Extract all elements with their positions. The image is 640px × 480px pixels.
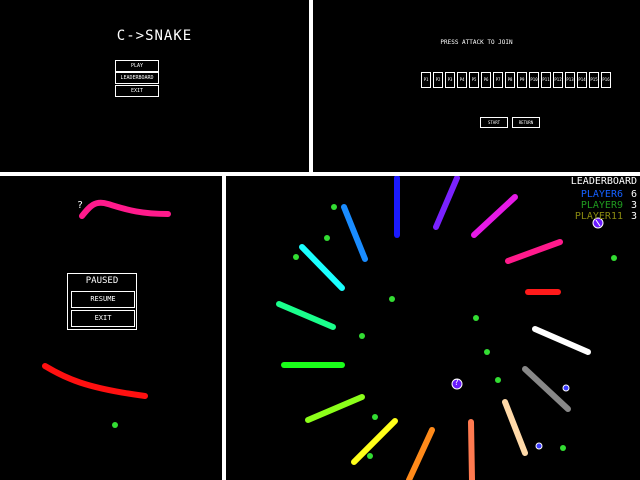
snake-magenta (471, 194, 518, 238)
player-score: 3 (630, 200, 637, 211)
player-name: PLAYER6 (580, 189, 623, 200)
food-pellet (484, 349, 490, 355)
small-powerup (562, 384, 570, 392)
player-slot: P4 (457, 72, 467, 88)
player-score: 6 (630, 189, 637, 200)
player-slot: P6 (481, 72, 491, 88)
player-slot: P12 (553, 72, 563, 88)
player-name: PLAYER9 (580, 200, 623, 211)
snake-lime (305, 394, 365, 423)
snake-violet (433, 176, 460, 230)
play-button[interactable]: PLAY (115, 60, 159, 72)
vertical-divider (309, 0, 313, 172)
player-slot: P10 (529, 72, 539, 88)
pause-menu: PAUSED RESUME EXIT (67, 273, 137, 330)
food-pellet (367, 453, 373, 459)
snake-orange (406, 427, 435, 480)
food-pellet (324, 235, 330, 241)
snake-azure (341, 204, 368, 262)
food-pellet (293, 254, 299, 260)
main-menu-panel: C->SNAKE PLAY LEADERBOARD EXIT (0, 0, 309, 172)
join-prompt: PRESS ATTACK TO JOIN (440, 39, 513, 46)
food-pellet (495, 377, 501, 383)
player-slot: P7 (493, 72, 503, 88)
snake-pink (505, 239, 563, 264)
leaderboard-row: PLAYER11 3 (575, 211, 637, 222)
snake-white (532, 326, 591, 355)
pause-exit-button[interactable]: EXIT (71, 310, 135, 327)
snake-cyan (299, 244, 345, 291)
snake-red (42, 363, 148, 399)
food-pellet (359, 333, 365, 339)
player-name: PLAYER11 (574, 211, 623, 222)
game-title: C->SNAKE (116, 28, 193, 44)
horizontal-divider (0, 172, 640, 176)
join-lobby-panel: PRESS ATTACK TO JOIN P1 P2 P3 P4 P5 P6 P… (313, 0, 640, 172)
leaderboard-button[interactable]: LEADERBOARD (115, 72, 159, 84)
player-slot: P3 (445, 72, 455, 88)
food-pellet (473, 315, 479, 321)
start-button[interactable]: START (480, 117, 508, 128)
snake-peach (502, 399, 528, 456)
return-button[interactable]: RETURN (512, 117, 540, 128)
player-slot: P8 (505, 72, 515, 88)
food-pellet (372, 414, 378, 420)
leaderboard-title: LEADERBOARD (570, 176, 637, 187)
food-pellet (389, 296, 395, 302)
powerup-glyph: ? (454, 378, 459, 387)
player-slots: P1 P2 P3 P4 P5 P6 P7 P8 P9 P10 P11 P12 P… (421, 72, 611, 88)
player-slot: P9 (517, 72, 527, 88)
pause-title: PAUSED (85, 276, 119, 286)
paused-game-panel: ? PAUSED RESUME EXIT (0, 176, 222, 480)
snake-yellow (351, 418, 398, 465)
resume-button[interactable]: RESUME (71, 291, 135, 308)
snake-spring-green (276, 301, 336, 330)
player-slot: P15 (589, 72, 599, 88)
player-slot: P11 (541, 72, 551, 88)
food-pellet (560, 445, 566, 451)
snake-gray (522, 366, 571, 412)
player-slot: P14 (577, 72, 587, 88)
player-slot: P1 (421, 72, 431, 88)
snake-salmon (468, 419, 475, 480)
player-slot: P2 (433, 72, 443, 88)
small-powerup (535, 442, 543, 450)
exit-button[interactable]: EXIT (115, 85, 159, 97)
food-pellet (112, 422, 118, 428)
snake-pink (79, 199, 171, 219)
vertical-divider (222, 176, 226, 480)
player-score: 3 (630, 211, 637, 222)
leaderboard-row: PLAYER9 3 (581, 200, 637, 211)
leaderboard-row: PLAYER6 6 (581, 189, 637, 200)
player-slot: P13 (565, 72, 575, 88)
player-slot: P16 (601, 72, 611, 88)
mystery-marker: ? (77, 200, 84, 211)
gameplay-panel: ? LEADERBOARD PLAYER6 6 PLAYER9 3 PLAYER… (226, 176, 640, 480)
player-slot: P5 (469, 72, 479, 88)
food-pellet (331, 204, 337, 210)
food-pellet (611, 255, 617, 261)
